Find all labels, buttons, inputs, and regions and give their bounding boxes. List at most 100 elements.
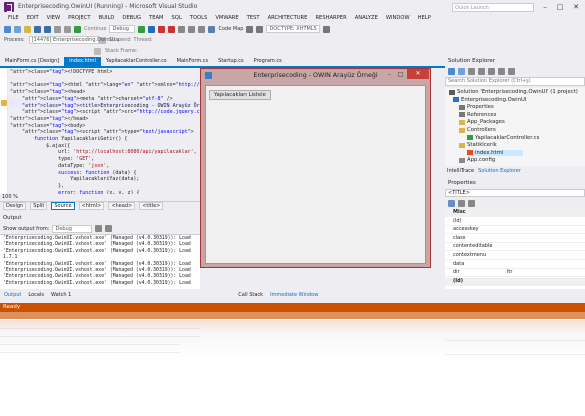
- minimize-icon[interactable]: –: [538, 2, 552, 12]
- se-forward-icon[interactable]: [458, 68, 465, 75]
- tab-program-cs[interactable]: Program.cs: [249, 57, 287, 66]
- code-map-icon[interactable]: [208, 25, 216, 33]
- menu-edit[interactable]: EDIT: [27, 14, 39, 23]
- process-select[interactable]: [14476] Enterprisecoding.OwinUI.v: [28, 36, 119, 44]
- menu-help[interactable]: HELP: [418, 14, 431, 23]
- menu-view[interactable]: VIEW: [47, 14, 61, 23]
- se-back-icon[interactable]: [448, 68, 455, 75]
- tab-mainform-cs[interactable]: MainForm.cs: [172, 57, 213, 66]
- zoom-level[interactable]: 100 %: [0, 194, 205, 200]
- comment-icon[interactable]: [256, 25, 264, 33]
- save-icon[interactable]: [34, 25, 41, 33]
- output-source-select[interactable]: Debug: [52, 224, 93, 233]
- crumb-title[interactable]: <title>: [139, 202, 164, 210]
- property-row[interactable]: contextmenu: [445, 252, 585, 260]
- quick-action-icon[interactable]: [1, 100, 7, 106]
- se-sync-icon[interactable]: [478, 68, 485, 75]
- break-all-icon[interactable]: [148, 25, 156, 33]
- menu-file[interactable]: FILE: [8, 14, 19, 23]
- tree-item[interactable]: App_Packages: [459, 119, 505, 125]
- se-refresh-icon[interactable]: [488, 68, 495, 75]
- menu-vmware[interactable]: VMWARE: [215, 14, 238, 23]
- tab-watch-1[interactable]: Watch 1: [49, 291, 73, 299]
- source-view-button[interactable]: Source: [51, 202, 75, 210]
- tree-item[interactable]: Properties: [459, 104, 494, 110]
- tab-locals[interactable]: Locals: [26, 291, 46, 299]
- undo-icon[interactable]: [54, 25, 61, 33]
- property-row[interactable]: dir ltr: [445, 269, 585, 278]
- code-map-button[interactable]: Code Map: [218, 26, 243, 32]
- app-close-icon[interactable]: ✕: [407, 69, 429, 79]
- clear-output-icon[interactable]: [95, 225, 103, 232]
- save-all-icon[interactable]: [44, 25, 51, 33]
- menu-team[interactable]: TEAM: [149, 14, 163, 23]
- continue-button[interactable]: Continue: [84, 26, 106, 32]
- word-wrap-icon[interactable]: [105, 225, 113, 232]
- output-pane[interactable]: 'Enterprisecoding.OwinUI.vshost.exe' (Ma…: [0, 234, 200, 289]
- property-category[interactable]: Misc: [445, 209, 585, 217]
- tree-item[interactable]: index.html: [467, 149, 524, 156]
- property-category[interactable]: (Id): [445, 277, 585, 286]
- forward-icon[interactable]: [14, 25, 21, 33]
- menu-resharper[interactable]: RESHARPER: [315, 14, 346, 23]
- tab-mainform-cs-design[interactable]: MainForm.cs [Design]: [0, 57, 64, 66]
- tab-startup-cs[interactable]: Startup.cs: [213, 57, 249, 66]
- split-view-button[interactable]: Split: [30, 202, 48, 210]
- step-out-icon[interactable]: [198, 25, 206, 33]
- back-icon[interactable]: [4, 25, 11, 33]
- property-value[interactable]: ltr: [507, 269, 512, 276]
- crumb-html[interactable]: <html>: [78, 202, 105, 210]
- menu-window[interactable]: WINDOW: [386, 14, 410, 23]
- tree-item[interactable]: App.config: [459, 157, 495, 163]
- step-into-icon[interactable]: [178, 25, 186, 33]
- tree-item[interactable]: YapilacaklarController.cs: [467, 135, 539, 141]
- tab-immediate-window[interactable]: Immediate Window: [268, 291, 320, 299]
- tab-intellitrace[interactable]: IntelliTrace: [447, 167, 474, 175]
- restart-icon[interactable]: [168, 25, 176, 33]
- redo-icon[interactable]: [64, 25, 71, 33]
- menu-build[interactable]: BUILD: [99, 14, 115, 23]
- tree-item[interactable]: Controllers: [459, 127, 496, 133]
- menu-debug[interactable]: DEBUG: [122, 14, 141, 23]
- se-properties-icon[interactable]: [508, 68, 515, 75]
- property-row[interactable]: data: [445, 261, 585, 269]
- continue-icon[interactable]: [74, 25, 81, 33]
- quick-launch-input[interactable]: Quick Launch: [452, 3, 534, 12]
- tab-call-stack[interactable]: Call Stack: [236, 291, 265, 299]
- format-icon[interactable]: [246, 25, 254, 33]
- property-row[interactable]: accesskey: [445, 226, 585, 235]
- property-row[interactable]: class: [445, 235, 585, 243]
- solution-search-input[interactable]: Search Solution Explorer (Ctrl+ş): [445, 77, 585, 86]
- config-select[interactable]: Debug: [109, 25, 136, 33]
- tab-output[interactable]: Output: [2, 291, 23, 299]
- menu-architecture[interactable]: ARCHITECTURE: [268, 14, 308, 23]
- tab-index-html[interactable]: index.html: [64, 57, 101, 66]
- new-project-icon[interactable]: [24, 25, 31, 33]
- property-row[interactable]: (Id): [445, 218, 585, 226]
- tab-solution-explorer[interactable]: Solution Explorer: [478, 167, 521, 175]
- validate-icon[interactable]: [323, 25, 331, 33]
- maximize-icon[interactable]: □: [553, 2, 567, 12]
- list-todos-button[interactable]: Yapılacakları Listele: [209, 90, 271, 100]
- stop-icon[interactable]: [158, 25, 166, 33]
- start-icon[interactable]: [138, 25, 146, 33]
- tree-item[interactable]: References: [459, 112, 496, 118]
- tree-item[interactable]: StatikIcerik: [459, 142, 497, 148]
- code-editor[interactable]: "attr">class="tag"><!DOCTYPE html> "attr"…: [0, 68, 205, 198]
- se-collapse-icon[interactable]: [498, 68, 505, 75]
- menu-analyze[interactable]: ANALYZE: [355, 14, 378, 23]
- tree-item[interactable]: Enterprisecoding.OwinUI: [453, 97, 526, 103]
- design-view-button[interactable]: Design: [3, 202, 27, 210]
- alphabetical-icon[interactable]: [458, 200, 465, 207]
- close-icon[interactable]: ✕: [569, 2, 583, 12]
- se-home-icon[interactable]: [468, 68, 475, 75]
- property-row[interactable]: contenteditable: [445, 243, 585, 252]
- menu-project[interactable]: PROJECT: [68, 14, 90, 23]
- tab-yapilacaklarcontroller-cs[interactable]: YapilacaklarController.cs: [101, 57, 172, 66]
- crumb-head[interactable]: <head>: [108, 202, 136, 210]
- tree-item[interactable]: Solution 'Enterprisecoding.OwinUI' (1 pr…: [449, 89, 578, 95]
- doctype-select[interactable]: DOCTYPE: XHTML5: [266, 25, 321, 33]
- properties-object-select[interactable]: <TITLE>: [445, 189, 585, 197]
- menu-test[interactable]: TEST: [247, 14, 260, 23]
- app-maximize-icon[interactable]: □: [396, 70, 405, 79]
